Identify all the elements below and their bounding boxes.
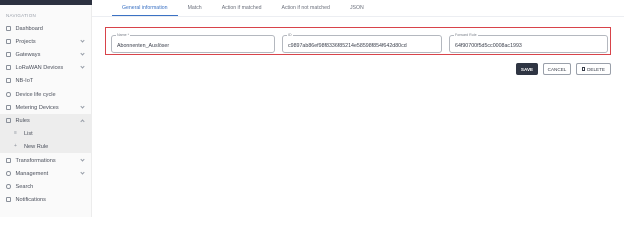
sidebar-item-label: Notifications	[15, 196, 46, 203]
tab-underline	[92, 16, 624, 17]
sidebar-item-metering-devices[interactable]: Metering Devices	[0, 101, 92, 114]
rules-icon	[6, 118, 11, 123]
forward-rule-label: Forward Rule	[454, 33, 478, 37]
forward-rule-value: 64f90700f5d5cc0008ac1993	[455, 42, 522, 49]
sidebar-item-label: Rules	[15, 117, 30, 124]
tab-bar: General information Match Action if matc…	[112, 0, 374, 16]
name-field[interactable]: Name * Abonnenten_Auslöser	[111, 33, 275, 53]
name-value: Abonnenten_Auslöser	[117, 42, 170, 49]
sidebar-item-transformations[interactable]: Transformations	[0, 154, 92, 167]
dashboard-icon	[6, 26, 11, 31]
sidebar-item-search[interactable]: Search	[0, 180, 92, 193]
list-icon: ≡	[14, 130, 17, 136]
chevron-up-icon	[80, 119, 85, 124]
id-label: ID	[287, 33, 293, 37]
sidebar-item-lorawan-devices[interactable]: LoRaWAN Devices	[0, 61, 92, 74]
sidebar-item-nb-iot[interactable]: NB-IoT	[0, 74, 92, 87]
chevron-down-icon	[80, 170, 85, 175]
id-value: c9897ab86ef98f8336f85214e58598f854f642d8…	[288, 42, 407, 49]
sidebar-item-rules[interactable]: Rules	[0, 114, 92, 127]
app-root: NAVIGATION Dashboard Projects Gateways L…	[0, 0, 624, 217]
tab-action-if-matched[interactable]: Action if matched	[212, 0, 272, 16]
chevron-down-icon	[80, 64, 85, 69]
gateways-icon	[6, 52, 11, 57]
sidebar-item-projects[interactable]: Projects	[0, 35, 92, 48]
sidebar-item-notifications[interactable]: Notifications	[0, 193, 92, 206]
cancel-button[interactable]: CANCEL	[543, 63, 571, 75]
plus-icon: +	[14, 143, 17, 149]
tab-general-information[interactable]: General information	[112, 0, 178, 16]
search-icon	[6, 184, 11, 189]
sidebar-item-label: Transformations	[15, 157, 56, 164]
chevron-down-icon	[80, 104, 85, 109]
tab-match[interactable]: Match	[178, 0, 212, 16]
sidebar-item-label: New Rule	[24, 143, 49, 150]
sidebar-item-label: Device life cycle	[15, 91, 56, 98]
sidebar-item-label: Search	[15, 183, 34, 190]
id-field[interactable]: ID c9897ab86ef98f8336f85214e58598f854f64…	[282, 33, 442, 53]
sidebar-item-gateways[interactable]: Gateways	[0, 48, 92, 61]
metering-icon	[6, 105, 11, 110]
forward-rule-field[interactable]: Forward Rule 64f90700f5d5cc0008ac1993	[449, 33, 608, 53]
delete-button-label: DELETE	[587, 66, 605, 72]
general-fields-group: Name * Abonnenten_Auslöser ID c9897ab86e…	[105, 27, 611, 55]
sidebar-item-device-life-cycle[interactable]: Device life cycle	[0, 88, 92, 101]
tab-json[interactable]: JSON	[340, 0, 374, 16]
delete-button[interactable]: DELETE	[576, 63, 611, 75]
chevron-down-icon	[80, 38, 85, 43]
sidebar-item-label: NB-IoT	[15, 77, 34, 84]
sidebar-item-label: LoRaWAN Devices	[15, 64, 64, 71]
tab-action-if-not-matched[interactable]: Action if not matched	[272, 0, 340, 16]
name-label: Name *	[116, 33, 130, 37]
nbiot-icon	[6, 78, 11, 83]
sidebar-item-label: Gateways	[15, 51, 41, 58]
sidebar-topbar	[0, 0, 92, 5]
trash-icon	[582, 67, 586, 71]
sidebar-item-label: Dashboard	[15, 25, 43, 32]
sidebar-item-list[interactable]: ≡ List	[0, 127, 92, 140]
sidebar-item-label: Projects	[15, 38, 36, 45]
chevron-down-icon	[80, 157, 85, 162]
lifecycle-icon	[6, 92, 11, 97]
management-icon	[6, 171, 11, 176]
sidebar-item-management[interactable]: Management	[0, 167, 92, 180]
bell-icon	[6, 197, 11, 202]
nav-heading: NAVIGATION	[6, 13, 37, 18]
transformations-icon	[6, 158, 11, 163]
sidebar-item-new-rule[interactable]: + New Rule	[0, 140, 92, 153]
sidebar-item-dashboard[interactable]: Dashboard	[0, 22, 92, 35]
sidebar: NAVIGATION Dashboard Projects Gateways L…	[0, 0, 92, 217]
sidebar-item-label: Metering Devices	[15, 104, 59, 111]
sidebar-item-label: Management	[15, 170, 49, 177]
main-content: General information Match Action if matc…	[92, 0, 624, 217]
chevron-down-icon	[80, 51, 85, 56]
lorawan-icon	[6, 65, 11, 70]
projects-icon	[6, 39, 11, 44]
sidebar-item-label: List	[24, 130, 33, 137]
save-button[interactable]: SAVE	[516, 63, 538, 75]
